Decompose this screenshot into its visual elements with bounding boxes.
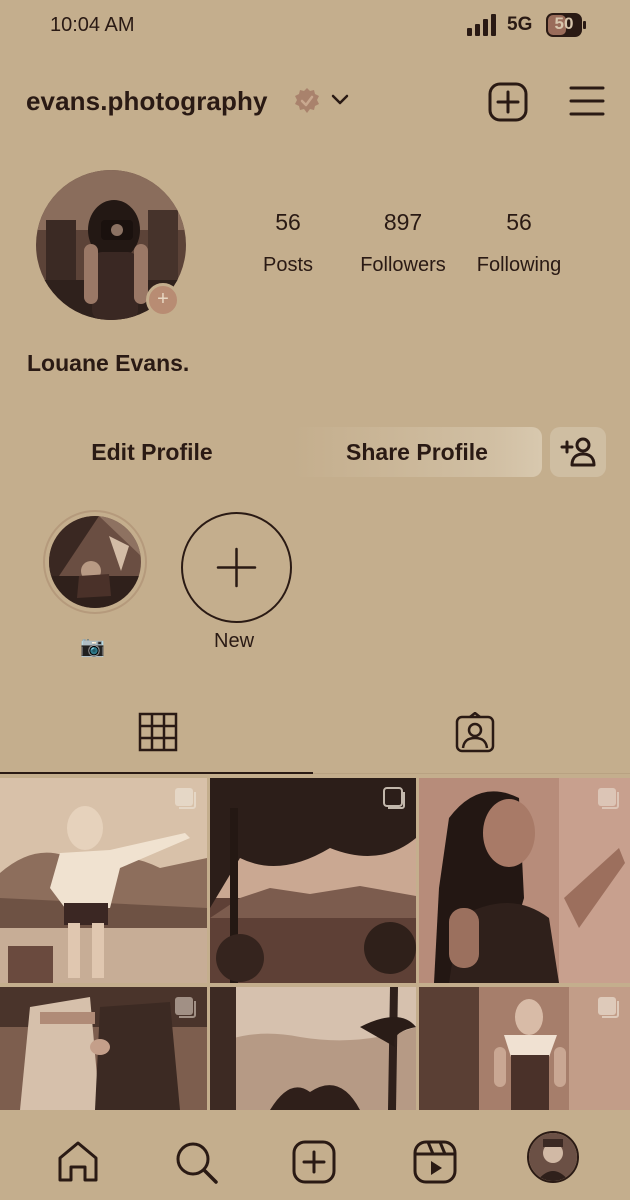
- grid-icon[interactable]: [138, 712, 178, 752]
- profile-tab-photo: [529, 1133, 577, 1181]
- search-icon[interactable]: [172, 1138, 220, 1186]
- menu-icon[interactable]: [569, 84, 605, 118]
- new-highlight-label: New: [214, 630, 255, 652]
- multiple-images-icon: [383, 787, 405, 809]
- multiple-images-icon: [598, 997, 619, 1018]
- network-type: 5G: [507, 14, 533, 35]
- new-highlight-button[interactable]: [181, 512, 292, 623]
- add-story-icon[interactable]: +: [146, 283, 180, 317]
- tab-divider: [313, 773, 630, 774]
- highlight-label: 📷: [80, 636, 105, 658]
- post-image: [210, 987, 416, 1110]
- story-highlight[interactable]: [43, 510, 147, 614]
- home-icon[interactable]: [54, 1138, 102, 1186]
- multiple-images-icon: [175, 788, 196, 809]
- chevron-down-icon[interactable]: [330, 90, 350, 110]
- battery-level: 50: [554, 14, 574, 33]
- status-time: 10:04 AM: [50, 14, 135, 36]
- multiple-images-icon: [598, 788, 619, 809]
- followers-count[interactable]: 897: [363, 209, 443, 236]
- following-label[interactable]: Following: [464, 254, 574, 277]
- share-profile-button[interactable]: Share Profile: [292, 427, 542, 477]
- post-thumbnail[interactable]: [210, 987, 416, 1110]
- add-user-icon: [560, 437, 596, 467]
- post-thumbnail[interactable]: [0, 987, 207, 1110]
- signal-icon: [467, 14, 496, 36]
- post-thumbnail[interactable]: [419, 778, 630, 983]
- discover-people-button[interactable]: [550, 427, 606, 477]
- plus-icon: [216, 547, 257, 588]
- battery-icon: 50: [546, 13, 586, 37]
- edit-profile-button[interactable]: Edit Profile: [20, 427, 284, 477]
- tagged-icon[interactable]: [454, 712, 496, 754]
- highlight-cover: [49, 516, 141, 608]
- posts-label[interactable]: Posts: [238, 254, 338, 277]
- post-thumbnail[interactable]: [210, 778, 416, 983]
- following-count[interactable]: 56: [479, 209, 559, 236]
- add-icon[interactable]: [290, 1138, 338, 1186]
- profile-full-name: Louane Evans.: [27, 350, 190, 376]
- post-thumbnail[interactable]: [0, 778, 207, 983]
- profile-tab-avatar[interactable]: [527, 1131, 579, 1183]
- profile-username[interactable]: evans.photography: [26, 86, 268, 117]
- reels-icon[interactable]: [411, 1138, 459, 1186]
- post-thumbnail[interactable]: [419, 987, 630, 1110]
- multiple-images-icon: [175, 997, 196, 1018]
- verified-badge-icon: [295, 88, 319, 113]
- active-tab-indicator: [0, 772, 313, 774]
- posts-count[interactable]: 56: [248, 209, 328, 236]
- create-post-icon[interactable]: [488, 82, 528, 122]
- followers-label[interactable]: Followers: [348, 254, 458, 277]
